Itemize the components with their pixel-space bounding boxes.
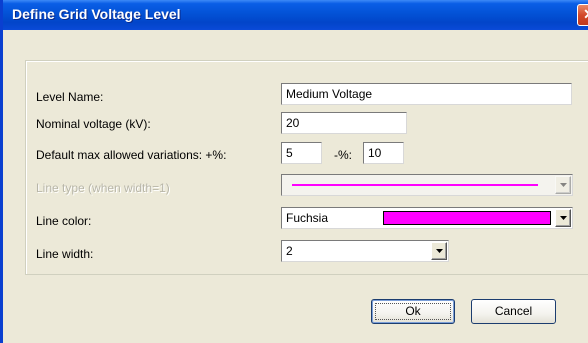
line-width-label: Line width: (36, 247, 94, 261)
chevron-down-icon[interactable] (555, 209, 571, 227)
dialog-window: Define Grid Voltage Level ✕ Level Name: … (0, 0, 588, 343)
chevron-down-icon (555, 176, 571, 194)
line-color-select[interactable]: Fuchsia (281, 207, 573, 229)
line-width-select[interactable]: 2 (281, 240, 449, 262)
level-name-input[interactable]: Medium Voltage (281, 83, 572, 105)
title-bar[interactable]: Define Grid Voltage Level ✕ (3, 0, 588, 30)
line-type-preview (292, 184, 538, 186)
focus-rect (375, 303, 451, 320)
variation-minus-label: -%: (334, 148, 352, 162)
variations-label: Default max allowed variations: +%: (36, 148, 227, 162)
cancel-button[interactable]: Cancel (471, 299, 556, 324)
chevron-down-icon[interactable] (431, 242, 447, 260)
color-swatch (383, 211, 551, 225)
line-color-label: Line color: (36, 214, 92, 228)
line-color-value: Fuchsia (286, 211, 329, 225)
variation-minus-input[interactable]: 10 (363, 142, 404, 164)
nominal-voltage-input[interactable]: 20 (281, 112, 407, 134)
ok-button[interactable]: Ok (371, 299, 455, 324)
line-type-select (281, 174, 573, 196)
line-width-value: 2 (286, 244, 293, 258)
window-title: Define Grid Voltage Level (12, 6, 181, 22)
variation-plus-input[interactable]: 5 (281, 142, 322, 164)
close-icon[interactable]: ✕ (577, 4, 588, 26)
line-type-label: Line type (when width=1) (36, 181, 170, 195)
nominal-voltage-label: Nominal voltage (kV): (36, 117, 151, 131)
level-name-label: Level Name: (36, 90, 104, 104)
